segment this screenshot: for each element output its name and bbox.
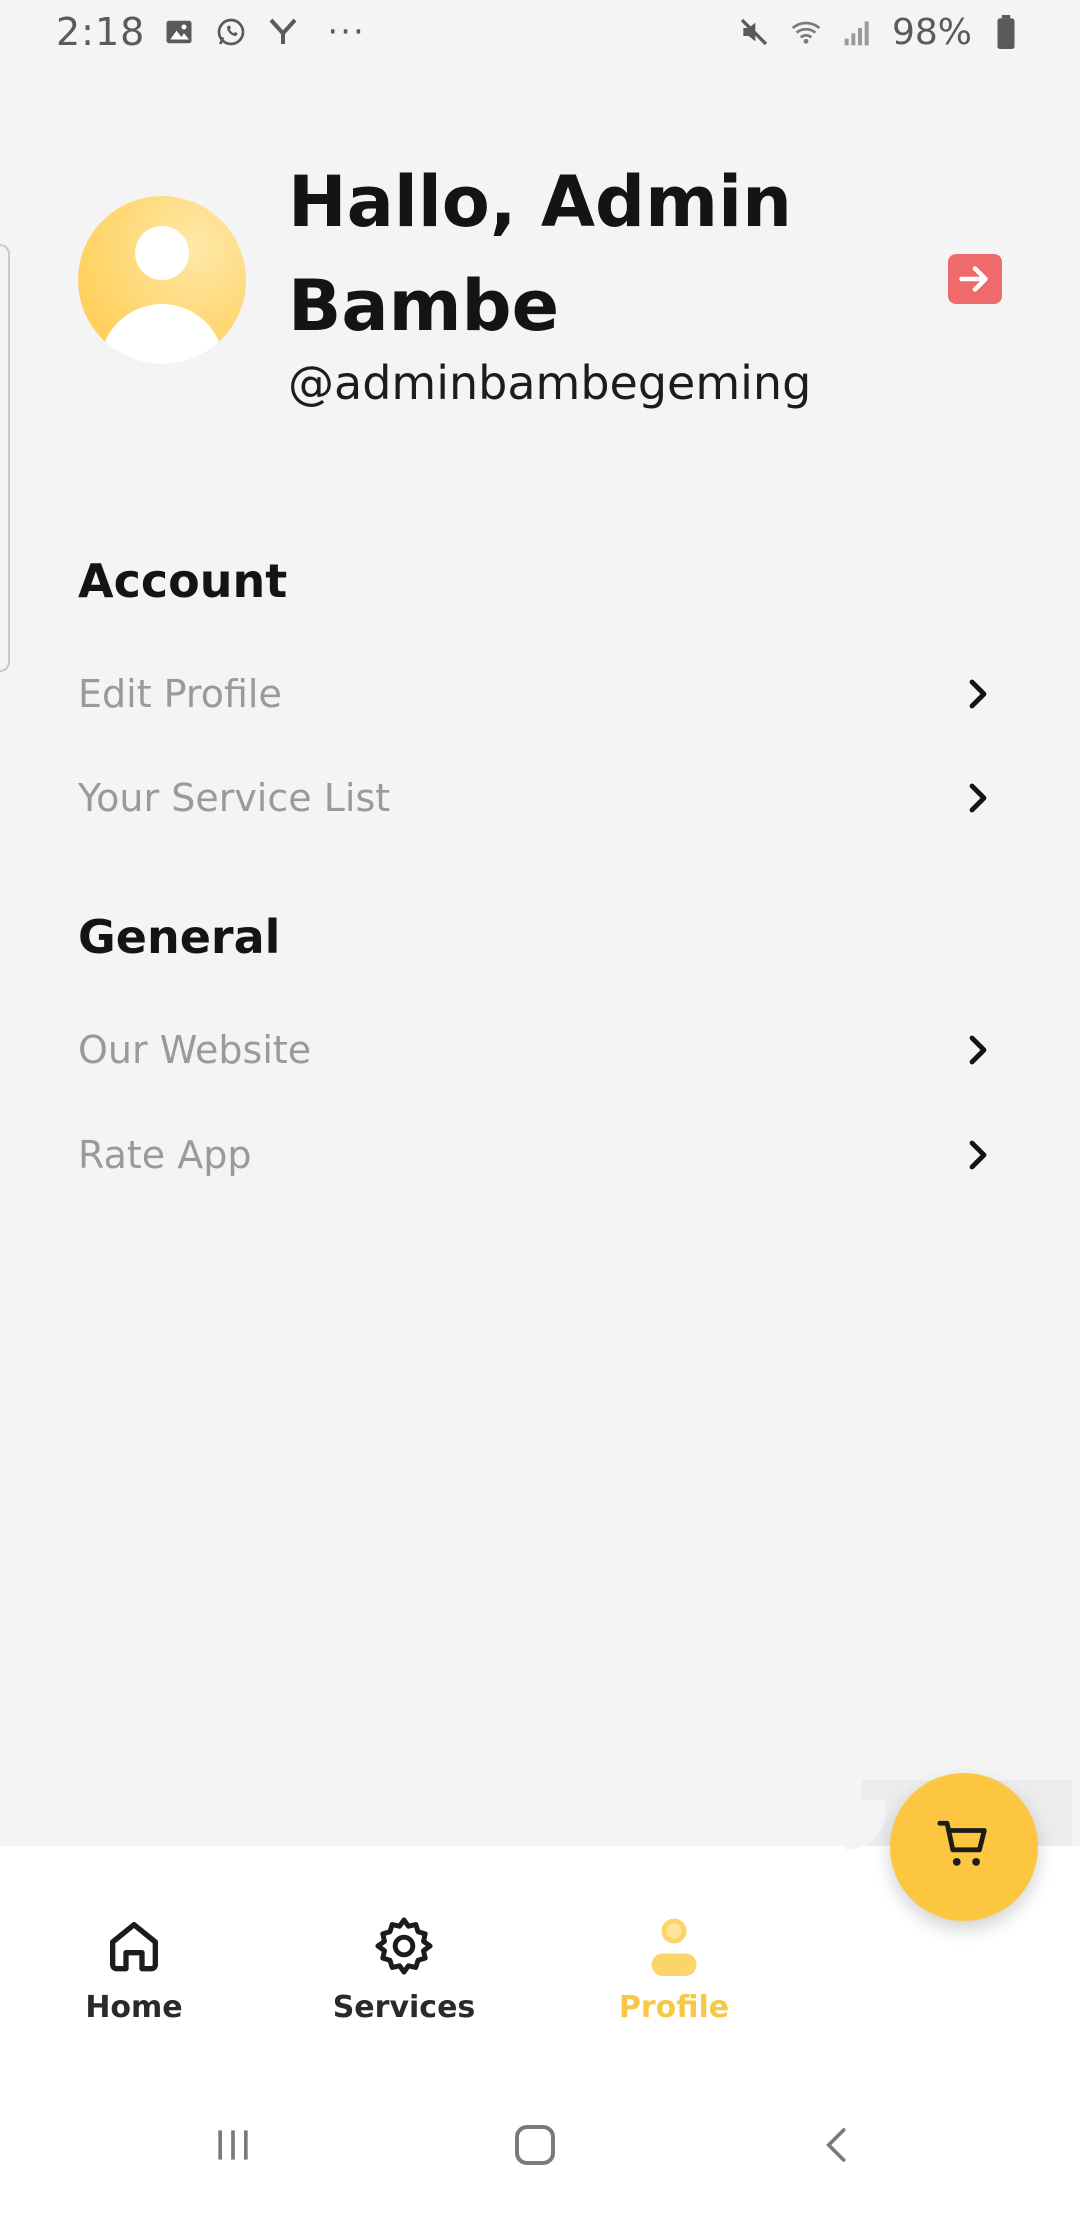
- profile-header: Hallo, Admin Bambe @adminbambegeming: [78, 150, 1018, 440]
- nav-item-profile[interactable]: Profile: [574, 1910, 774, 2040]
- logout-button[interactable]: [948, 254, 1002, 304]
- image-icon: [161, 14, 197, 50]
- avatar-body: [100, 304, 224, 364]
- status-time: 2:18: [56, 10, 146, 54]
- gear-icon: [368, 1910, 440, 1982]
- chevron-right-icon: [958, 674, 998, 714]
- greeting-title: Hallo, Admin Bambe: [288, 161, 792, 347]
- recent-apps-icon: [218, 2130, 248, 2160]
- wifi-icon: [788, 14, 824, 50]
- nav-label-profile: Profile: [618, 1990, 730, 2025]
- status-left: 2:18 ···: [56, 10, 366, 54]
- cart-icon: [935, 1816, 993, 1878]
- nav-label-home: Home: [85, 1990, 183, 2025]
- avatar: [78, 196, 246, 364]
- cart-button[interactable]: [890, 1773, 1038, 1921]
- section-title-account: Account: [78, 554, 288, 608]
- more-notifications: ···: [327, 12, 366, 52]
- chevron-right-icon: [958, 1135, 998, 1175]
- user-icon: [638, 1910, 710, 1982]
- menu-item-label: Rate App: [78, 1133, 252, 1177]
- section-title-general: General: [78, 910, 281, 964]
- status-bar: 2:18 ··· 98%: [0, 0, 1080, 64]
- edge-panel-handle[interactable]: [0, 244, 10, 672]
- username: @adminbambegeming: [288, 356, 812, 410]
- y-app-icon: [265, 14, 301, 50]
- battery-percentage: 98%: [891, 11, 972, 53]
- home-system-button[interactable]: [500, 2110, 570, 2180]
- home-icon: [98, 1910, 170, 1982]
- system-nav-bar: [0, 2066, 1080, 2220]
- chevron-right-icon: [958, 778, 998, 818]
- menu-item-label: Edit Profile: [78, 672, 282, 716]
- nav-label-services: Services: [332, 1990, 476, 2025]
- whatsapp-icon: [213, 14, 249, 50]
- home-square-icon: [515, 2125, 555, 2165]
- avatar-head: [135, 226, 189, 280]
- menu-item-rate-app[interactable]: Rate App: [78, 1115, 998, 1195]
- menu-item-service-list[interactable]: Your Service List: [78, 758, 998, 838]
- arrow-right-icon: [959, 266, 988, 292]
- nav-item-services[interactable]: Services: [304, 1910, 504, 2040]
- recent-apps-button[interactable]: [198, 2110, 268, 2180]
- battery-icon: [988, 14, 1024, 50]
- chevron-right-icon: [958, 1030, 998, 1070]
- nav-item-home[interactable]: Home: [34, 1910, 234, 2040]
- signal-icon: [840, 14, 876, 50]
- mute-icon: [736, 14, 772, 50]
- chevron-left-icon: [826, 2128, 846, 2162]
- menu-item-our-website[interactable]: Our Website: [78, 1010, 998, 1090]
- back-button[interactable]: [802, 2110, 872, 2180]
- menu-item-edit-profile[interactable]: Edit Profile: [78, 654, 998, 734]
- menu-item-label: Our Website: [78, 1028, 312, 1072]
- status-right: 98%: [736, 12, 1024, 53]
- menu-item-label: Your Service List: [78, 776, 391, 820]
